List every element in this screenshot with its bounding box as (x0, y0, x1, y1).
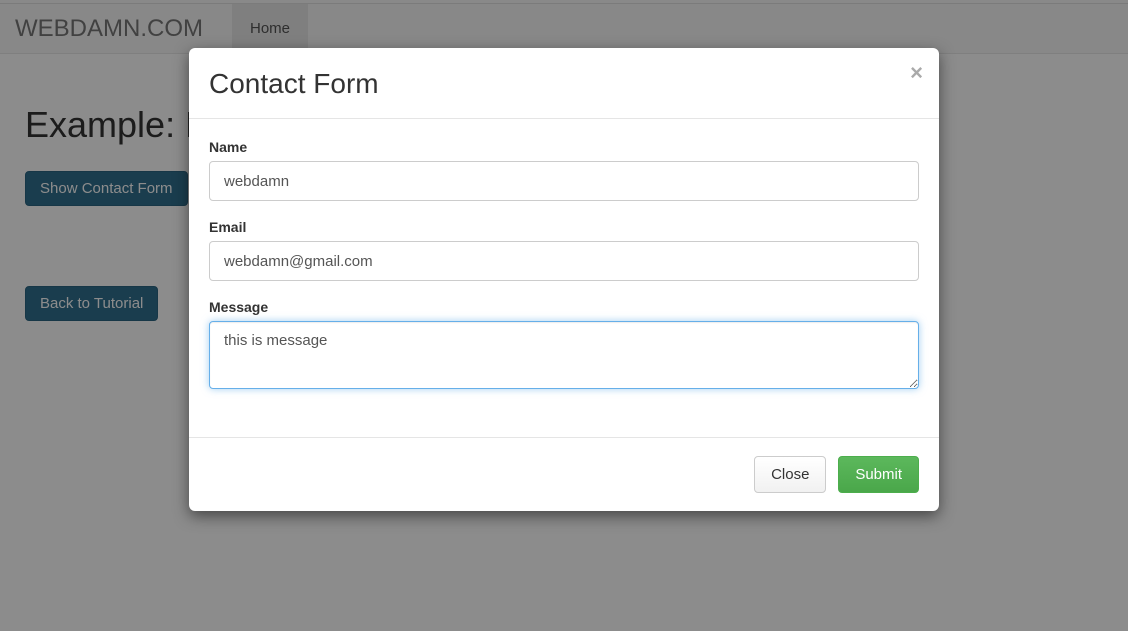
modal-header: Contact Form × (189, 48, 939, 119)
message-label: Message (209, 299, 919, 315)
form-group-message: Message (209, 299, 919, 389)
modal-body: Name Email Message (189, 119, 939, 417)
email-label: Email (209, 219, 919, 235)
form-group-email: Email (209, 219, 919, 281)
submit-button[interactable]: Submit (838, 456, 919, 493)
email-input[interactable] (209, 241, 919, 281)
message-textarea[interactable] (209, 321, 919, 389)
name-input[interactable] (209, 161, 919, 201)
close-button[interactable]: Close (754, 456, 826, 493)
form-group-name: Name (209, 139, 919, 201)
close-icon[interactable]: × (910, 62, 923, 84)
modal-footer: Close Submit (189, 437, 939, 511)
contact-form-modal: Contact Form × Name Email Message Close … (189, 48, 939, 511)
name-label: Name (209, 139, 919, 155)
modal-title: Contact Form (209, 68, 919, 100)
